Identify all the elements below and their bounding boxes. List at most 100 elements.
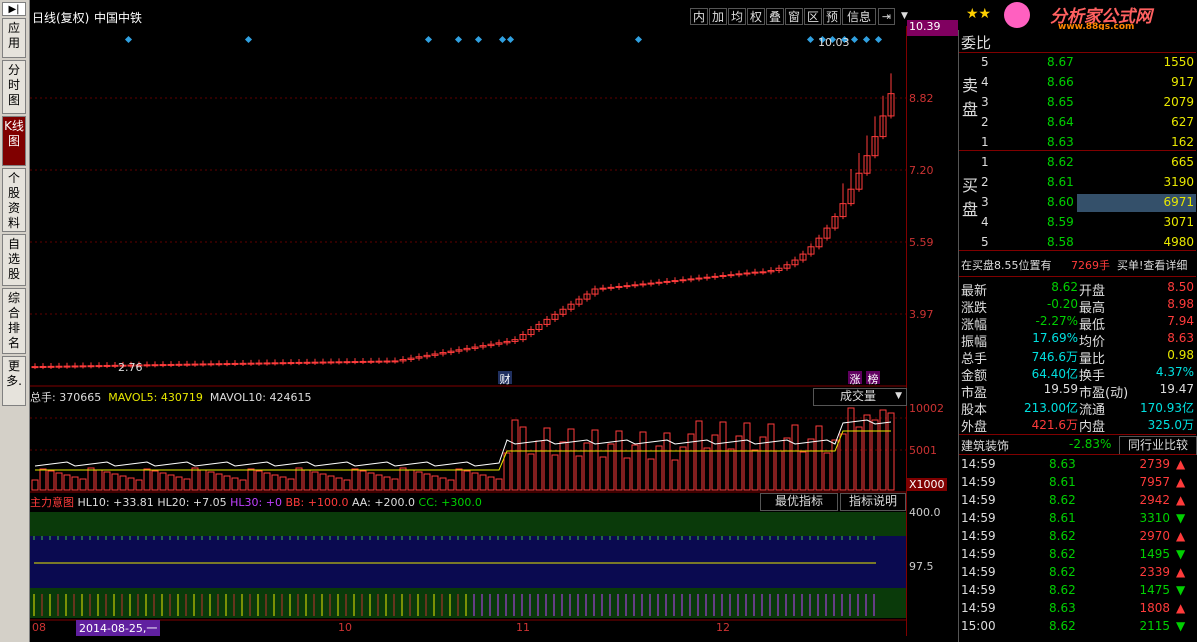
indicator-band <box>30 512 907 536</box>
volume-bar <box>767 423 775 491</box>
buy-volume: 665 <box>1171 155 1194 169</box>
tick-row: 14:59 8.62 1495 ▼ <box>959 546 1196 564</box>
volume-bar <box>727 448 735 491</box>
finance-marker[interactable]: 财 <box>498 371 512 386</box>
toolbar-button-2[interactable]: 均 <box>728 8 746 25</box>
volume-bar <box>511 419 519 491</box>
indicator-select[interactable]: 成交量 ▼ <box>813 388 907 406</box>
volume-bar <box>287 478 295 491</box>
sell-price: 8.63 <box>1047 135 1074 149</box>
toolbar-button-8[interactable]: 信息 <box>842 8 876 25</box>
toolbar-button-1[interactable]: 加 <box>709 8 727 25</box>
volume-bar <box>335 477 343 491</box>
volume-bar <box>359 470 367 491</box>
main-chart[interactable] <box>30 26 907 636</box>
candle-body <box>327 361 335 364</box>
tab-watchlist[interactable]: 自选股 <box>2 234 26 286</box>
volume-bar <box>647 458 655 491</box>
buy-row[interactable]: 1 8.62 665 <box>959 154 1196 172</box>
pin-icon[interactable]: ⇥ <box>878 8 895 25</box>
sell-row[interactable]: 2 8.64 627 <box>959 114 1196 132</box>
quote-value: 7.94 <box>1167 314 1194 328</box>
tick-row: 14:59 8.61 7957 ▲ <box>959 474 1196 492</box>
candle-body <box>143 364 151 367</box>
candle-body <box>607 286 615 289</box>
period-label[interactable]: 日线(复权) <box>32 9 89 26</box>
limit-up-marker[interactable]: 涨 <box>848 371 862 386</box>
industry-compare-button[interactable]: 同行业比较 <box>1119 436 1197 455</box>
volume-bar <box>887 412 895 491</box>
volume-bar <box>703 447 711 491</box>
tick-price: 8.62 <box>1049 547 1076 561</box>
sell-row[interactable]: 5 8.67 1550 <box>959 54 1196 72</box>
buy-row[interactable]: 4 8.59 3071 <box>959 214 1196 232</box>
candle-body <box>671 280 679 283</box>
tab-profile[interactable]: 个股资料 <box>2 168 26 232</box>
tab-ranking[interactable]: 综合排名 <box>2 288 26 354</box>
sell-row[interactable]: 4 8.66 917 <box>959 74 1196 92</box>
buy-price: 8.58 <box>1047 235 1074 249</box>
tick-time: 14:59 <box>961 547 996 561</box>
toolbar-button-0[interactable]: 内 <box>690 8 708 25</box>
tick-row: 14:59 8.63 2739 ▲ <box>959 456 1196 474</box>
quote-value: -0.20 <box>1046 297 1078 311</box>
volume-bar <box>831 439 839 491</box>
arrow-up-icon: ▲ <box>1176 457 1186 471</box>
time-tick: 08 <box>32 621 46 634</box>
industry-name[interactable]: 建筑装饰 <box>961 437 1009 454</box>
buy-price: 8.59 <box>1047 215 1074 229</box>
volume-bar <box>455 468 463 491</box>
ranking-marker[interactable]: 榜 <box>866 371 880 386</box>
time-tick: 12 <box>716 621 730 634</box>
volume-bar <box>143 468 151 491</box>
tab-more[interactable]: 更多. <box>2 356 26 406</box>
expand-icon[interactable]: ▶| <box>2 2 26 16</box>
sell-volume: 2079 <box>1163 95 1194 109</box>
candle-body <box>687 278 695 281</box>
candle-body <box>103 364 111 367</box>
toolbar-button-5[interactable]: 窗 <box>785 8 803 25</box>
large-order-notice[interactable]: 在买盘8.55位置有 7269手 买单!查看详细 <box>959 256 1196 274</box>
tick-volume: 1495 <box>1139 547 1170 561</box>
buy-price: 8.61 <box>1047 175 1074 189</box>
volume-bar <box>463 470 471 491</box>
tab-intraday[interactable]: 分时图 <box>2 60 26 114</box>
volume-bar <box>495 478 503 491</box>
mavol5-line <box>34 419 892 467</box>
quote-value: 8.98 <box>1167 297 1194 311</box>
candle-body <box>359 360 367 363</box>
signal-diamond <box>424 35 433 44</box>
best-indicator-button[interactable]: 最优指标 <box>760 493 838 511</box>
buy-row[interactable]: 2 8.61 3190 <box>959 174 1196 192</box>
tick-price: 8.63 <box>1049 457 1076 471</box>
sell-price: 8.65 <box>1047 95 1074 109</box>
volume-bar <box>207 471 215 491</box>
tab-kline[interactable]: K线图 <box>2 116 26 166</box>
toolbar-button-6[interactable]: 区 <box>804 8 822 25</box>
tick-time: 14:59 <box>961 529 996 543</box>
volume-bar <box>695 420 703 491</box>
arrow-up-icon: ▲ <box>1176 529 1186 543</box>
tick-volume: 7957 <box>1139 475 1170 489</box>
toolbar-button-3[interactable]: 权 <box>747 8 765 25</box>
quote-value: 64.40亿 <box>1031 367 1078 381</box>
chevron-down-icon[interactable]: ▼ <box>895 389 902 404</box>
buy-row[interactable]: 3 8.60 6971 <box>959 194 1196 212</box>
sell-row[interactable]: 3 8.65 2079 <box>959 94 1196 112</box>
tab-apps[interactable]: 应用 <box>2 18 26 58</box>
indicator-help-button[interactable]: 指标说明 <box>840 493 906 511</box>
indicator-tick: 400.0 <box>909 506 941 519</box>
quote-row: 最新 8.62 开盘 8.50 <box>959 280 1196 299</box>
volume-bar <box>535 440 543 491</box>
candle-body <box>375 360 383 363</box>
indicator-name[interactable]: 主力意图 <box>30 496 74 509</box>
quote-row: 市盈 19.59 市盈(动) 19.47 <box>959 382 1196 401</box>
candle-body <box>735 273 743 276</box>
notice-link[interactable]: 买单!查看详细 <box>1117 257 1187 273</box>
toolbar-button-4[interactable]: 叠 <box>766 8 784 25</box>
toolbar-button-7[interactable]: 预 <box>823 8 841 25</box>
volume-bar <box>303 469 311 491</box>
sell-price: 8.66 <box>1047 75 1074 89</box>
volume-bar <box>719 421 727 491</box>
candle-body <box>87 365 95 368</box>
